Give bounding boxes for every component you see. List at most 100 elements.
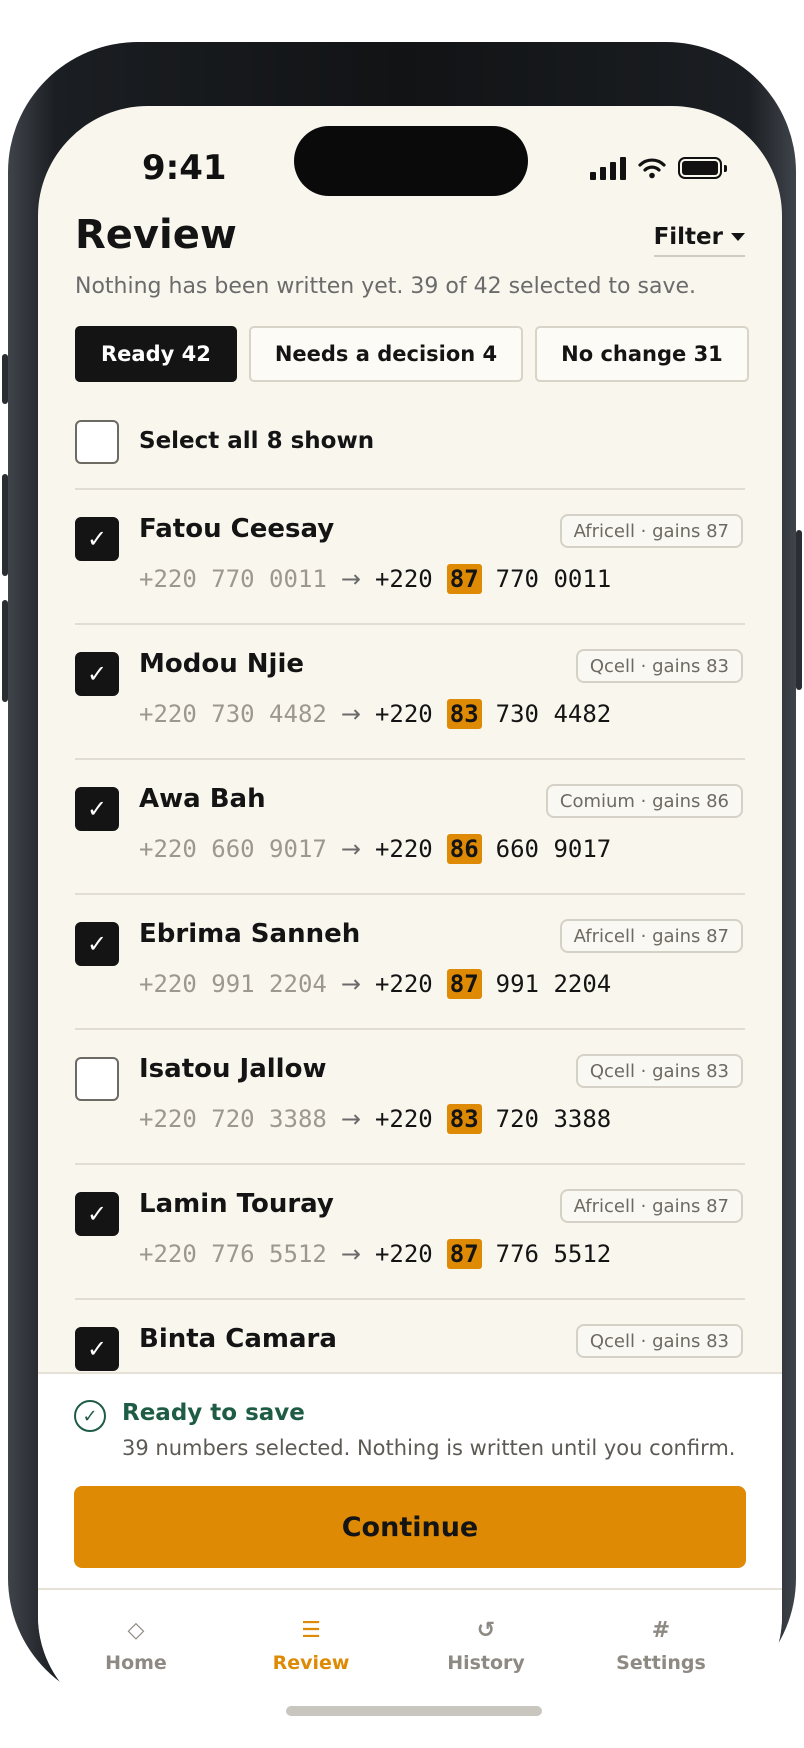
row-checkbox[interactable]: ✓ (75, 1327, 119, 1371)
row-checkbox[interactable]: ✓ (75, 517, 119, 561)
list-item[interactable]: ✓ Fatou Ceesay Africell · gains 87 +220 … (75, 490, 745, 625)
action-button (2, 354, 8, 404)
carrier-badge: Africell · gains 87 (559, 514, 743, 548)
list-item[interactable]: ✓ Lamin Touray Africell · gains 87 +220 … (75, 1165, 745, 1300)
new-number-rest: 776 5512 (495, 1240, 612, 1268)
carrier-badge: Qcell · gains 83 (575, 649, 743, 683)
contact-name: Ebrima Sanneh (139, 919, 361, 949)
row-checkbox[interactable]: ✓ (75, 1192, 119, 1236)
row-checkbox[interactable] (75, 1057, 119, 1101)
tabbar-history-label: History (447, 1652, 525, 1674)
filter-label: Filter (653, 224, 723, 250)
tabbar-history[interactable]: ↺ History (416, 1618, 556, 1674)
contact-name: Modou Njie (139, 649, 304, 679)
phone-frame: 9:41 Review Filter Nothing has been writ… (2, 42, 802, 1726)
old-number: +220 720 3388 (139, 1105, 327, 1133)
carrier-badge: Qcell · gains 83 (575, 1054, 743, 1088)
checkmark-icon: ✓ (86, 660, 108, 688)
check-circle-icon: ✓ (74, 1400, 106, 1432)
checkmark-icon: ✓ (86, 930, 108, 958)
arrow-right-icon: → (340, 835, 361, 863)
ready-title: Ready to save (122, 1400, 305, 1426)
contact-name: Lamin Touray (139, 1189, 334, 1219)
volume-up-button (2, 474, 8, 576)
continue-button[interactable]: Continue (74, 1486, 746, 1568)
number-change: +220 770 0011 → +220 87 770 0011 (139, 564, 611, 594)
new-number-rest: 720 3388 (495, 1105, 612, 1133)
new-prefix-highlight: 87 (446, 1239, 482, 1269)
tab-ready[interactable]: Ready 42 (75, 326, 237, 382)
tabbar-review[interactable]: ☰ Review (241, 1618, 381, 1674)
power-button (796, 530, 802, 690)
old-number: +220 776 5512 (139, 1240, 327, 1268)
carrier-badge: Africell · gains 87 (559, 919, 743, 953)
status-time: 9:41 (142, 148, 227, 188)
review-icon: ☰ (301, 1618, 321, 1643)
new-country-code: +220 (374, 700, 433, 728)
arrow-right-icon: → (340, 565, 361, 593)
arrow-right-icon: → (340, 1240, 361, 1268)
old-number: +220 770 0011 (139, 565, 327, 593)
caret-down-icon (731, 233, 745, 241)
select-all-label: Select all 8 shown (139, 428, 375, 454)
row-checkbox[interactable]: ✓ (75, 922, 119, 966)
number-change: +220 776 5512 → +220 87 776 5512 (139, 1239, 611, 1269)
segment-tabs: Ready 42 Needs a decision 4 No change 31 (75, 326, 749, 382)
tabbar-home[interactable]: ◇ Home (66, 1618, 206, 1674)
save-summary-panel: ✓ Ready to save 39 numbers selected. Not… (38, 1372, 782, 1590)
new-prefix-highlight: 87 (446, 564, 482, 594)
contact-name: Isatou Jallow (139, 1054, 327, 1084)
wifi-icon (638, 158, 666, 179)
arrow-right-icon: → (340, 1105, 361, 1133)
tabbar-home-label: Home (105, 1652, 167, 1674)
arrow-right-icon: → (340, 970, 361, 998)
home-icon: ◇ (127, 1618, 145, 1643)
signal-icon (590, 156, 626, 180)
list-item[interactable]: ✓ Modou Njie Qcell · gains 83 +220 730 4… (75, 625, 745, 760)
tabbar-settings[interactable]: # Settings (591, 1618, 731, 1674)
contact-name: Fatou Ceesay (139, 514, 335, 544)
tabbar-settings-label: Settings (616, 1652, 706, 1674)
filter-button[interactable]: Filter (653, 224, 745, 257)
row-checkbox[interactable]: ✓ (75, 652, 119, 696)
tab-no-change[interactable]: No change 31 (535, 326, 749, 382)
home-indicator (286, 1706, 542, 1716)
new-prefix-highlight: 83 (446, 699, 482, 729)
number-change: +220 660 9017 → +220 86 660 9017 (139, 834, 611, 864)
row-checkbox[interactable]: ✓ (75, 787, 119, 831)
new-prefix-highlight: 87 (446, 969, 482, 999)
settings-icon: # (651, 1618, 671, 1643)
new-prefix-highlight: 83 (446, 1104, 482, 1134)
new-number-rest: 770 0011 (495, 565, 612, 593)
new-country-code: +220 (374, 1105, 433, 1133)
contact-name: Binta Camara (139, 1324, 337, 1354)
checkmark-icon: ✓ (86, 525, 108, 553)
new-country-code: +220 (374, 565, 433, 593)
new-country-code: +220 (374, 970, 433, 998)
list-item[interactable]: ✓ Ebrima Sanneh Africell · gains 87 +220… (75, 895, 745, 1030)
number-change: +220 730 4482 → +220 83 730 4482 (139, 699, 611, 729)
list-item[interactable]: ✓ Awa Bah Comium · gains 86 +220 660 901… (75, 760, 745, 895)
review-summary: Nothing has been written yet. 39 of 42 s… (75, 274, 696, 299)
dynamic-island (294, 126, 528, 196)
history-icon: ↺ (476, 1618, 496, 1643)
new-prefix-highlight: 86 (446, 834, 482, 864)
battery-icon (678, 157, 727, 179)
status-icons (590, 156, 727, 180)
arrow-right-icon: → (340, 700, 361, 728)
list-item[interactable]: Isatou Jallow Qcell · gains 83 +220 720 … (75, 1030, 745, 1165)
old-number: +220 991 2204 (139, 970, 327, 998)
carrier-badge: Comium · gains 86 (545, 784, 743, 818)
new-country-code: +220 (374, 1240, 433, 1268)
volume-down-button (2, 600, 8, 702)
screen: 9:41 Review Filter Nothing has been writ… (38, 106, 782, 1726)
select-all-checkbox[interactable] (75, 420, 119, 464)
contact-name: Awa Bah (139, 784, 266, 814)
contact-list: Select all 8 shown ✓ Fatou Ceesay Africe… (75, 398, 745, 1435)
tab-needs-decision[interactable]: Needs a decision 4 (248, 326, 524, 382)
tabbar-review-label: Review (272, 1652, 350, 1674)
carrier-badge: Africell · gains 87 (559, 1189, 743, 1223)
old-number: +220 730 4482 (139, 700, 327, 728)
select-all-row[interactable]: Select all 8 shown (75, 398, 745, 490)
new-number-rest: 660 9017 (495, 835, 612, 863)
